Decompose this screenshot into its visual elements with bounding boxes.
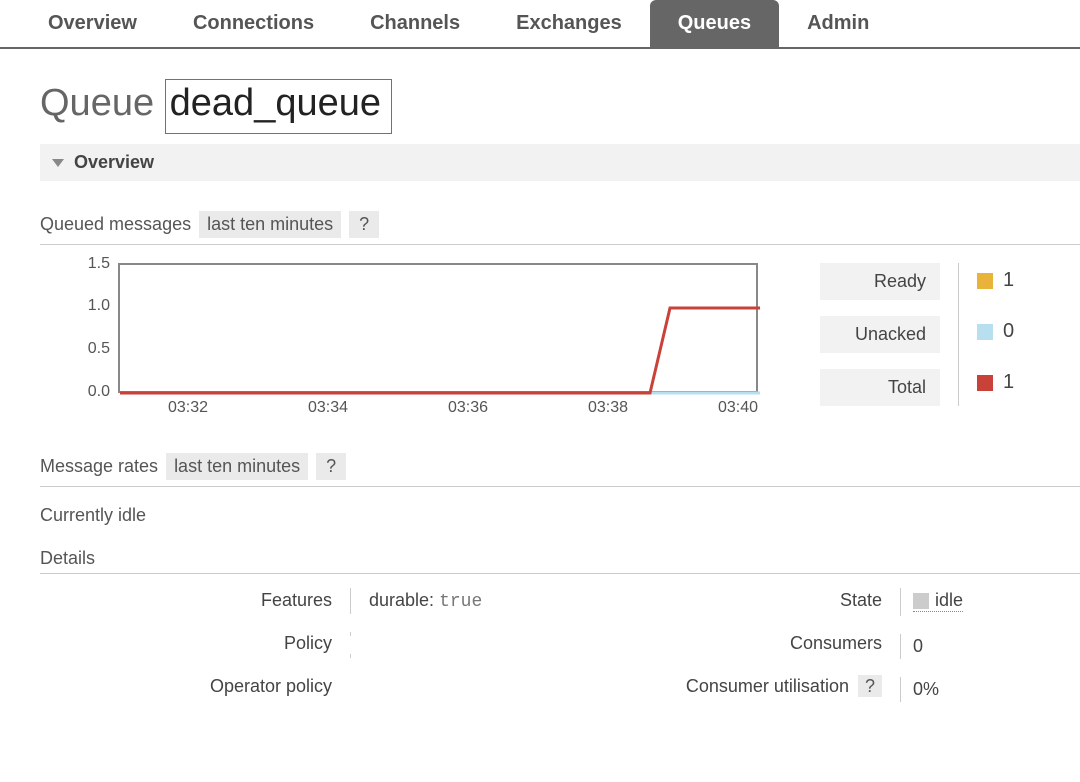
tab-admin[interactable]: Admin bbox=[779, 0, 897, 47]
y-tick: 0.0 bbox=[88, 383, 110, 401]
divider bbox=[40, 244, 1080, 245]
divider bbox=[40, 573, 1080, 574]
chart-svg bbox=[120, 265, 760, 395]
legend-ready-value: 1 bbox=[977, 263, 1014, 298]
x-tick: 03:32 bbox=[168, 399, 208, 417]
consumer-utilisation-value: 0% bbox=[900, 677, 975, 702]
help-icon[interactable]: ? bbox=[316, 453, 346, 480]
policy-value bbox=[350, 632, 630, 636]
x-tick: 03:38 bbox=[588, 399, 628, 417]
operator-policy-label: Operator policy bbox=[40, 674, 350, 699]
help-icon[interactable]: ? bbox=[349, 211, 379, 238]
legend-total-value: 1 bbox=[977, 365, 1014, 400]
y-tick: 1.0 bbox=[88, 297, 110, 315]
tab-exchanges[interactable]: Exchanges bbox=[488, 0, 650, 47]
time-range-selector[interactable]: last ten minutes bbox=[199, 211, 341, 238]
help-icon[interactable]: ? bbox=[858, 675, 882, 697]
section-overview-toggle[interactable]: Overview bbox=[40, 144, 1080, 181]
details-table: Features Policy Operator policy durable:… bbox=[40, 588, 1080, 702]
section-label: Overview bbox=[74, 152, 154, 173]
tab-channels[interactable]: Channels bbox=[342, 0, 488, 47]
title-prefix: Queue bbox=[40, 82, 154, 124]
time-range-selector[interactable]: last ten minutes bbox=[166, 453, 308, 480]
message-rates-idle: Currently idle bbox=[40, 505, 1080, 526]
queued-messages-header: Queued messages last ten minutes ? bbox=[40, 211, 1080, 238]
features-label: Features bbox=[40, 588, 350, 613]
x-tick: 03:40 bbox=[718, 399, 758, 417]
queued-messages-chart: 1.5 1.0 0.5 0.0 03:32 03:34 03:36 03:38 … bbox=[40, 263, 760, 423]
features-value: durable: true bbox=[350, 588, 630, 614]
page-title: Queue dead_queue bbox=[40, 79, 1080, 134]
operator-policy-value bbox=[350, 654, 630, 658]
message-rates-header: Message rates last ten minutes ? bbox=[40, 453, 1080, 480]
y-tick: 1.5 bbox=[88, 255, 110, 273]
legend-unacked-label: Unacked bbox=[820, 316, 940, 353]
chevron-down-icon bbox=[52, 159, 64, 167]
queued-messages-label: Queued messages bbox=[40, 214, 191, 235]
queue-name-highlight: dead_queue bbox=[165, 79, 392, 134]
details-header: Details bbox=[40, 548, 1080, 569]
tab-queues[interactable]: Queues bbox=[650, 0, 779, 47]
state-icon bbox=[913, 593, 929, 609]
legend-ready-label: Ready bbox=[820, 263, 940, 300]
swatch-icon bbox=[977, 375, 993, 391]
policy-label: Policy bbox=[40, 631, 350, 656]
x-tick: 03:36 bbox=[448, 399, 488, 417]
divider bbox=[40, 486, 1080, 487]
state-label: State bbox=[630, 588, 900, 613]
state-value: idle bbox=[900, 588, 975, 616]
legend-unacked-value: 0 bbox=[977, 314, 1014, 349]
tab-connections[interactable]: Connections bbox=[165, 0, 342, 47]
x-tick: 03:34 bbox=[308, 399, 348, 417]
legend-total-label: Total bbox=[820, 369, 940, 406]
message-rates-label: Message rates bbox=[40, 456, 158, 477]
swatch-icon bbox=[977, 273, 993, 289]
chart-legend: Ready Unacked Total 1 0 1 bbox=[820, 263, 1014, 406]
swatch-icon bbox=[977, 324, 993, 340]
y-tick: 0.5 bbox=[88, 340, 110, 358]
consumer-utilisation-label: Consumer utilisation ? bbox=[630, 674, 900, 699]
main-tabs: Overview Connections Channels Exchanges … bbox=[0, 0, 1080, 49]
consumers-label: Consumers bbox=[630, 631, 900, 656]
consumers-value: 0 bbox=[900, 634, 975, 659]
tab-overview[interactable]: Overview bbox=[20, 0, 165, 47]
